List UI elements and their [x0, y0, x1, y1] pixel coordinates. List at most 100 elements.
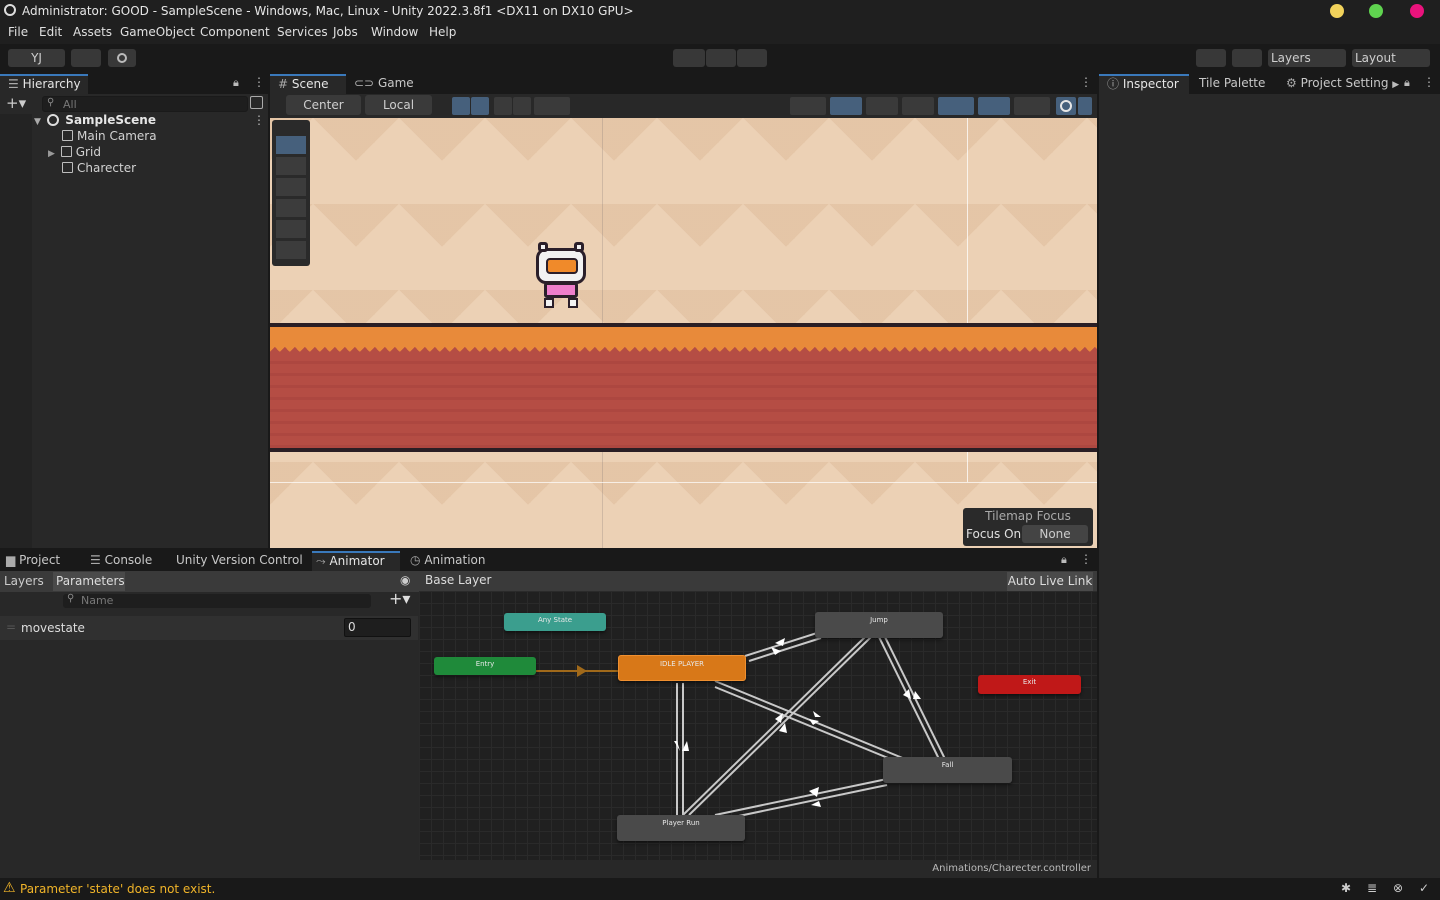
parameters-tab[interactable]: Parameters [53, 572, 125, 591]
menu-window[interactable]: Window [371, 25, 418, 39]
pivot-local-button[interactable]: Local [365, 95, 432, 115]
drag-handle-icon[interactable]: = [6, 620, 16, 634]
add-icon[interactable]: +▾ [6, 94, 26, 112]
tree-item-main-camera[interactable]: Main Camera [62, 129, 157, 143]
state-any[interactable]: Any State [504, 613, 606, 631]
play-button[interactable] [673, 49, 705, 67]
pause-button[interactable] [706, 49, 736, 67]
animator-graph[interactable]: Any State Entry IDLE PLAYER Jump Exit Fa… [419, 591, 1097, 860]
audio-button[interactable] [902, 97, 934, 115]
tool-rotate[interactable] [276, 178, 306, 196]
network-icon[interactable]: ⊗ [1393, 881, 1403, 895]
layout-dropdown[interactable]: Layout [1352, 49, 1430, 67]
tool-move[interactable] [276, 157, 306, 175]
lock-icon[interactable]: 🔒︎ [1061, 553, 1067, 567]
check-icon[interactable]: ✓ [1419, 881, 1429, 895]
cache-icon[interactable]: ≣ [1367, 881, 1377, 895]
snap-grid-button[interactable] [452, 97, 470, 115]
auto-live-link-button[interactable]: Auto Live Link [1007, 572, 1093, 591]
parameter-search-input[interactable]: ⚲ Name [63, 593, 371, 608]
character-sprite[interactable] [532, 242, 590, 310]
tab-console[interactable]: ☰ Console [86, 551, 166, 571]
menu-file[interactable]: File [8, 25, 28, 39]
more-options-icon[interactable]: ⋮ [1423, 75, 1435, 89]
menu-jobs[interactable]: Jobs [333, 25, 358, 39]
menu-help[interactable]: Help [429, 25, 456, 39]
snap-increment-button[interactable] [471, 97, 489, 115]
tab-project-setting[interactable]: ⚙ Project Setting ▶ [1282, 74, 1402, 94]
scene-more-options-icon[interactable]: ⋮ [1080, 75, 1092, 89]
menu-gameobject[interactable]: GameObject [120, 25, 195, 39]
scene-root[interactable]: ▼ SampleScene [34, 113, 156, 127]
tab-tile-palette[interactable]: Tile Palette [1195, 74, 1275, 94]
breadcrumb[interactable]: Base Layer [425, 573, 492, 587]
scene-options-icon[interactable]: ⋮ [253, 113, 265, 127]
menu-assets[interactable]: Assets [73, 25, 112, 39]
tab-game[interactable]: ⊂⊃ Game [350, 74, 420, 94]
camera-settings-button[interactable] [1014, 97, 1050, 115]
tab-unity-version-control[interactable]: Unity Version Control [172, 551, 304, 571]
pivot-center-button[interactable]: Center [286, 95, 361, 115]
scene-view[interactable]: Tilemap Focus Focus On None [270, 118, 1097, 548]
menu-services[interactable]: Services [277, 25, 328, 39]
grid-plane-button[interactable] [513, 97, 531, 115]
account-button[interactable]: YJ [8, 49, 65, 67]
state-exit[interactable]: Exit [978, 675, 1081, 694]
lock-icon[interactable]: 🔒︎ [233, 76, 239, 90]
tree-item-grid[interactable]: ▶ Grid [48, 145, 101, 159]
render-mode-button[interactable] [534, 97, 570, 115]
lock-icon[interactable]: 🔒︎ [1404, 76, 1410, 90]
scene-search-icon[interactable] [250, 96, 263, 109]
state-fall[interactable]: Fall [883, 757, 1012, 783]
expand-arrow-icon[interactable]: ▼ [34, 117, 41, 127]
more-options-icon[interactable]: ⋮ [253, 75, 265, 89]
collapse-arrow-icon[interactable]: ▶ [48, 149, 55, 159]
status-message[interactable]: Parameter 'state' does not exist. [20, 882, 215, 896]
tool-view[interactable] [276, 136, 306, 154]
tab-inspector[interactable]: ⓘ Inspector [1099, 74, 1189, 94]
focus-on-dropdown[interactable]: None [1022, 525, 1088, 543]
tab-animator[interactable]: ⤳ Animator [312, 551, 400, 571]
layers-tab[interactable]: Layers [4, 572, 50, 591]
layers-dropdown[interactable]: Layers [1268, 49, 1346, 67]
tree-item-charecter[interactable]: Charecter [62, 161, 136, 175]
minimize-button[interactable] [1330, 4, 1344, 18]
tab-project[interactable]: ▆ Project [2, 551, 78, 571]
more-options-icon[interactable]: ⋮ [1080, 552, 1092, 566]
menu-edit[interactable]: Edit [39, 25, 62, 39]
search-button[interactable] [1232, 49, 1262, 67]
gizmos-button[interactable] [1056, 97, 1076, 115]
history-button[interactable] [1196, 49, 1226, 67]
eye-icon[interactable]: ◉ [400, 573, 410, 587]
debug-icon[interactable]: ✱ [1341, 881, 1351, 895]
tool-rect[interactable] [276, 220, 306, 238]
parameter-value-input[interactable]: 0 [344, 618, 411, 637]
tool-scale[interactable] [276, 199, 306, 217]
lighting-button[interactable] [866, 97, 898, 115]
state-jump[interactable]: Jump [815, 612, 943, 638]
cloud-button[interactable] [71, 49, 101, 67]
tab-inspector-label: Inspector [1122, 77, 1179, 91]
tool-transform[interactable] [276, 241, 306, 259]
menu-component[interactable]: Component [200, 25, 270, 39]
close-button[interactable] [1410, 4, 1424, 18]
main-toolbar: YJ Layers Layout [0, 44, 1440, 72]
tab-hierarchy[interactable]: ☰ Hierarchy [0, 74, 88, 94]
shading-button[interactable] [790, 97, 826, 115]
hierarchy-search-input[interactable]: ⚲ All [42, 96, 248, 112]
maximize-button[interactable] [1369, 4, 1383, 18]
effects-button[interactable] [938, 97, 974, 115]
tab-animation[interactable]: ◷ Animation [406, 551, 496, 571]
state-player-run[interactable]: Player Run [617, 815, 745, 841]
settings-button[interactable] [108, 49, 136, 67]
state-entry[interactable]: Entry [434, 657, 536, 675]
tab-scene[interactable]: # Scene [270, 74, 346, 94]
2d-toggle-button[interactable] [830, 97, 862, 115]
step-button[interactable] [737, 49, 767, 67]
parameter-row[interactable]: = movestate 0 [0, 616, 418, 640]
gizmos-dropdown[interactable] [1078, 97, 1092, 115]
grid-toggle-button[interactable] [494, 97, 512, 115]
add-parameter-icon[interactable]: +▾ [389, 589, 410, 608]
hidden-objects-button[interactable] [978, 97, 1010, 115]
state-idle-player[interactable]: IDLE PLAYER [618, 655, 746, 681]
